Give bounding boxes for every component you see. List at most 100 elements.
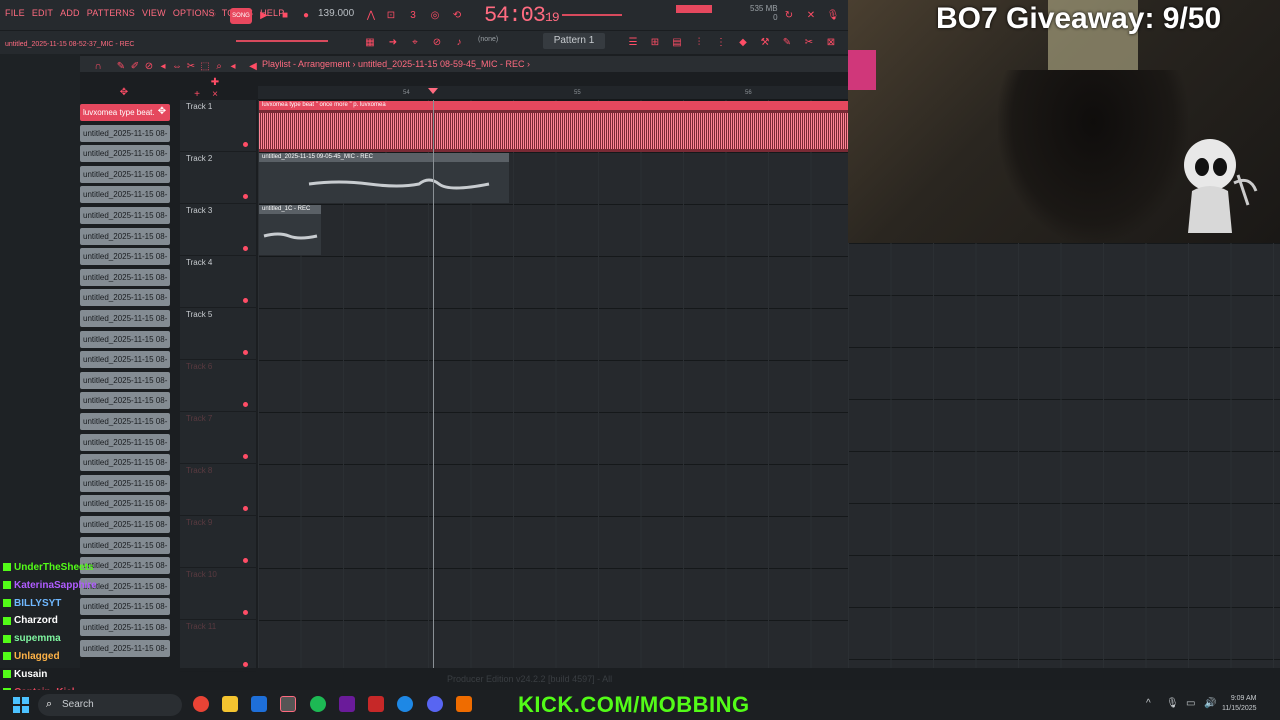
refresh-icon[interactable]: ↻ xyxy=(782,7,796,23)
pattern-item[interactable]: untitled_2025-11-15 08- xyxy=(80,454,170,472)
menu-add[interactable]: ADD xyxy=(60,8,80,18)
select-icon[interactable]: ⬚ xyxy=(200,58,210,74)
track-enable-icon[interactable] xyxy=(243,298,248,303)
track-enable-icon[interactable] xyxy=(243,454,248,459)
magnet-icon[interactable]: ∩ xyxy=(93,58,103,74)
slice-icon[interactable]: ✂ xyxy=(186,58,196,74)
taskbar-search[interactable]: Search xyxy=(38,694,182,716)
next-icon[interactable] xyxy=(339,696,355,712)
pattern-item[interactable]: untitled_2025-11-15 08- xyxy=(80,516,170,533)
clip-vocal-2[interactable]: untitled_1C - REC xyxy=(259,205,321,255)
pattern-item[interactable]: untitled_2025-11-15 08- xyxy=(80,186,170,204)
clip-vocal-1[interactable]: untitled_2025-11-15 09-05-45_MIC - REC xyxy=(259,153,509,203)
pattern-item[interactable]: untitled_2025-11-15 08- xyxy=(80,371,170,389)
slip-icon[interactable]: ⇔ xyxy=(172,58,182,74)
tray-network-icon[interactable]: ▭ xyxy=(1186,698,1195,709)
arrows-icon[interactable]: ✥ xyxy=(118,84,130,100)
playlist-icon[interactable]: ☰ xyxy=(626,34,640,50)
timeline-ruler[interactable]: 54 55 56 xyxy=(258,86,848,100)
track-enable-icon[interactable] xyxy=(243,402,248,407)
record-icon[interactable]: ● xyxy=(300,7,312,23)
pattern-item[interactable]: untitled_2025-11-15 08- xyxy=(80,392,170,410)
track-enable-icon[interactable] xyxy=(243,246,248,251)
playlist-grid-right[interactable] xyxy=(848,243,1280,668)
track-header[interactable]: Track 3 xyxy=(180,204,256,256)
pattern-item[interactable]: untitled_2025-11-15 08- xyxy=(80,474,170,492)
piano-roll-icon[interactable]: ▤ xyxy=(670,34,684,50)
cart-icon[interactable]: ⊠ xyxy=(824,34,838,50)
mute-icon[interactable]: ◂ xyxy=(158,58,168,74)
channel-rack-icon[interactable]: ⊞ xyxy=(648,34,662,50)
track-enable-icon[interactable] xyxy=(243,662,248,667)
menu-edit[interactable]: EDIT xyxy=(32,8,53,18)
zoom-icon[interactable]: ⌕ xyxy=(214,58,224,74)
chrome-icon[interactable] xyxy=(193,696,209,712)
pattern-item[interactable]: untitled_2025-11-15 08- xyxy=(80,165,170,183)
wait-icon[interactable]: ⊡ xyxy=(384,7,398,23)
pattern-item[interactable]: untitled_2025-11-15 08- xyxy=(80,536,170,554)
windows-start-icon[interactable] xyxy=(12,696,30,714)
playback-icon[interactable]: ◂ xyxy=(228,58,238,74)
plugin-icon[interactable]: ◆ xyxy=(736,34,750,50)
master-volume-slider[interactable] xyxy=(236,40,328,42)
app-icon[interactable] xyxy=(251,696,267,712)
obs-icon[interactable] xyxy=(280,696,296,712)
edit-icon[interactable]: ✂ xyxy=(802,34,816,50)
metronome-icon[interactable]: ⋀ xyxy=(364,7,378,23)
bell-icon[interactable]: ♪ xyxy=(452,34,466,50)
taskbar-clock[interactable]: 9:09 AM 11/15/2025 xyxy=(1222,694,1257,714)
snap-select[interactable]: (none) xyxy=(478,36,498,43)
track-header[interactable]: Track 6 xyxy=(180,360,256,412)
mic-icon[interactable]: 🎙 xyxy=(826,7,840,23)
tray-chevron-icon[interactable]: ^ xyxy=(1146,698,1151,709)
track-enable-icon[interactable] xyxy=(243,350,248,355)
pattern-item[interactable]: untitled_2025-11-15 08- xyxy=(80,145,170,163)
delete-icon[interactable]: ⊘ xyxy=(144,58,154,74)
fx-icon[interactable]: ⚒ xyxy=(758,34,772,50)
menu-view[interactable]: VIEW xyxy=(142,8,166,18)
pattern-item[interactable]: untitled_2025-11-15 08- xyxy=(80,413,170,430)
pattern-item[interactable]: untitled_2025-11-15 08- xyxy=(80,495,170,513)
loop-icon[interactable]: ⟲ xyxy=(450,7,464,23)
video-icon[interactable] xyxy=(368,696,384,712)
track-header[interactable]: Track 5 xyxy=(180,308,256,360)
tempo-display[interactable]: 139.000 xyxy=(318,8,354,19)
piano-icon[interactable]: ▦ xyxy=(362,34,378,50)
pattern-item[interactable]: untitled_2025-11-15 08- xyxy=(80,124,170,142)
pattern-select[interactable]: Pattern 1 xyxy=(543,33,605,49)
track-header[interactable]: Track 10 xyxy=(180,568,256,620)
mixer-icon[interactable]: ⫶ xyxy=(692,34,706,50)
paint-icon[interactable]: ✐ xyxy=(130,58,140,74)
folder-icon[interactable] xyxy=(222,696,238,712)
pattern-item[interactable]: untitled_2025-11-15 08- xyxy=(80,289,170,307)
tool-icon[interactable]: ✎ xyxy=(780,34,794,50)
song-mode-button[interactable]: SONG xyxy=(230,8,252,24)
clip-beat[interactable]: luvxomea type beat " once more " p. luvx… xyxy=(259,101,848,152)
track-enable-icon[interactable] xyxy=(243,142,248,147)
track-header[interactable]: Track 11 xyxy=(180,620,256,672)
pattern-add-icon[interactable]: ✥ xyxy=(156,103,168,119)
tray-mic-icon[interactable]: 🎙 xyxy=(1166,698,1179,709)
track-header[interactable]: Track 2 xyxy=(180,152,256,204)
pattern-item[interactable]: untitled_2025-11-15 08- xyxy=(80,268,170,286)
pattern-item[interactable]: untitled_2025-11-15 08- xyxy=(80,433,170,451)
pattern-item[interactable]: untitled_2025-11-15 08- xyxy=(80,310,170,327)
link-icon[interactable]: ⊘ xyxy=(430,34,444,50)
track-enable-icon[interactable] xyxy=(243,506,248,511)
menu-patterns[interactable]: PATTERNS xyxy=(87,8,135,18)
track-enable-icon[interactable] xyxy=(243,610,248,615)
countdown-icon[interactable]: 3 xyxy=(406,7,420,23)
track-header[interactable]: Track 8 xyxy=(180,464,256,516)
browser-icon[interactable]: ⋮ xyxy=(714,34,728,50)
menu-file[interactable]: FILE xyxy=(5,8,25,18)
play-icon[interactable]: ▶ xyxy=(258,7,270,23)
close-icon[interactable]: ✕ xyxy=(804,7,818,23)
snap-icon[interactable]: ⌖ xyxy=(408,34,422,50)
stop-icon[interactable]: ■ xyxy=(279,7,291,23)
playhead-marker[interactable] xyxy=(428,88,438,94)
master-pitch-slider[interactable] xyxy=(562,14,622,16)
pattern-item[interactable]: untitled_2025-11-15 08- xyxy=(80,207,170,224)
blend-icon[interactable]: ◎ xyxy=(428,7,442,23)
draw-icon[interactable]: ✎ xyxy=(116,58,126,74)
tray-volume-icon[interactable]: 🔊 xyxy=(1204,698,1216,709)
